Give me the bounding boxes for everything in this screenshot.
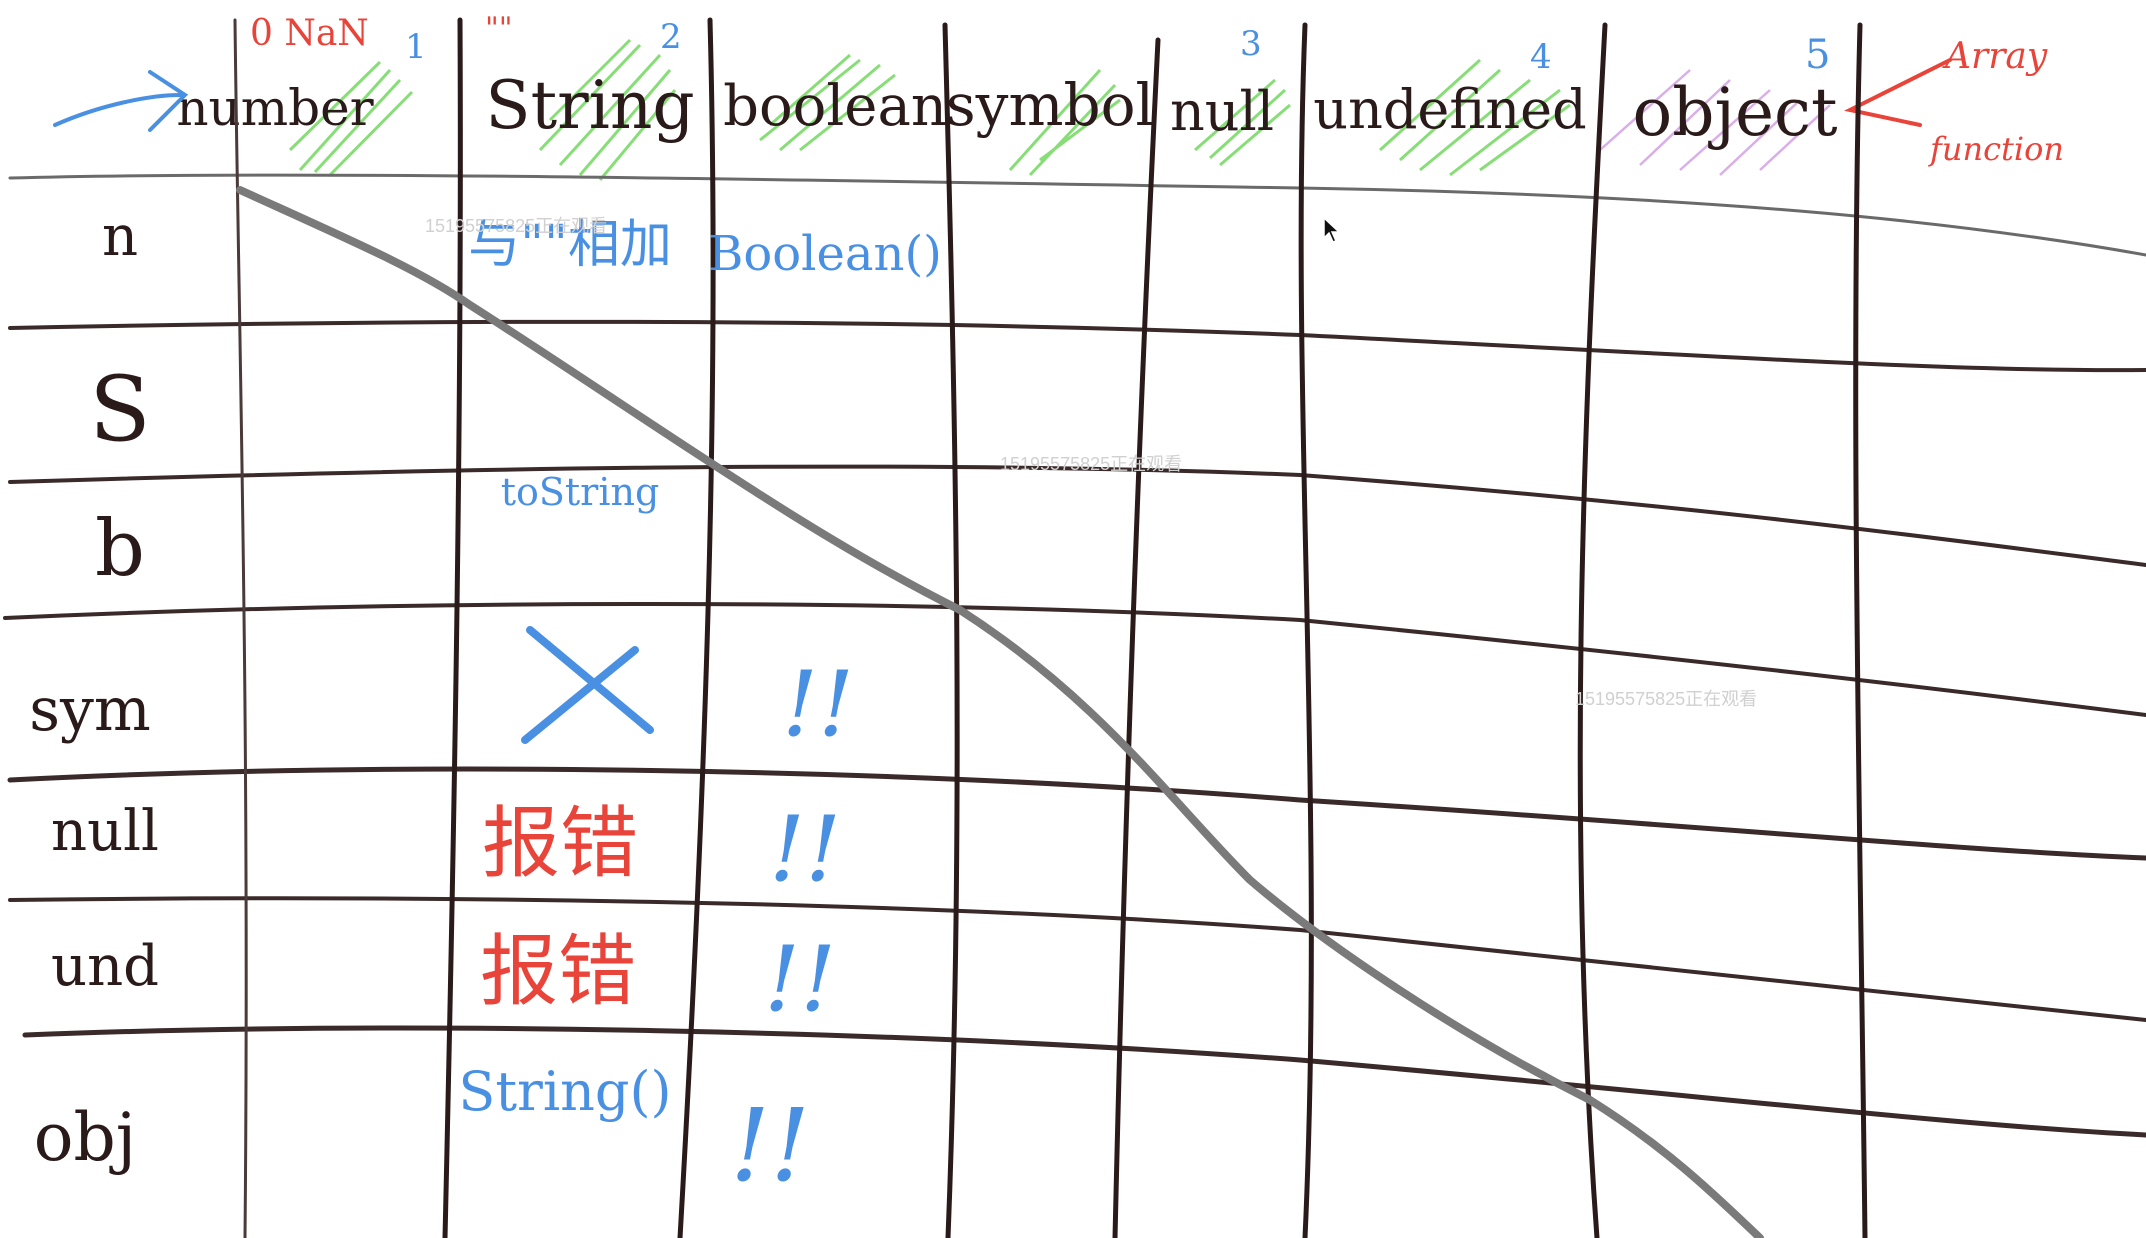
col-line-6 xyxy=(1577,22,1608,1238)
row-line-1 xyxy=(8,319,2146,373)
row-header-b: b xyxy=(95,504,145,594)
col-header-null: null xyxy=(1170,80,1274,143)
column-headers: number String boolean symbol null undefi… xyxy=(176,67,1837,151)
row-line-5 xyxy=(8,896,2146,1022)
col-header-object: object xyxy=(1633,74,1838,151)
col-line-1 xyxy=(442,17,463,1238)
row-header-sym: sym xyxy=(29,675,151,745)
number-default-hint: 0 NaN xyxy=(250,13,369,54)
col-header-symbol: symbol xyxy=(946,71,1154,139)
cell-sym-boolean: !! xyxy=(782,652,854,757)
row-header-s: S xyxy=(89,357,151,462)
col-line-0 xyxy=(233,18,248,1238)
col-header-boolean: boolean xyxy=(723,74,947,139)
subtype-function: function xyxy=(1928,130,2064,168)
whiteboard-canvas: number String boolean symbol null undefi… xyxy=(3,11,2146,1238)
index-null: 3 xyxy=(1240,24,1262,64)
cross-stroke-2 xyxy=(521,646,639,744)
col-line-7 xyxy=(1853,22,1868,1238)
col-header-string: String xyxy=(485,67,694,144)
row-line-2 xyxy=(8,464,2146,567)
row-header-n: n xyxy=(102,204,138,269)
cell-sym-string xyxy=(521,626,654,744)
row-lines xyxy=(3,173,2146,1138)
watermark-1: 15195575825正在观看 xyxy=(425,216,607,236)
index-string: 2 xyxy=(660,17,682,57)
mouse-cursor-icon xyxy=(1323,216,1341,243)
cell-null-string: 报错 xyxy=(482,799,638,889)
cell-n-boolean: Boolean() xyxy=(708,226,942,282)
string-default-hint: "" xyxy=(485,11,513,46)
row-header-null: null xyxy=(51,799,159,864)
col-line-4 xyxy=(1112,37,1161,1238)
watermarks: 15195575825正在观看 15195575825正在观看 15195575… xyxy=(425,216,1757,709)
col-line-3 xyxy=(942,22,960,1238)
col-header-undefined: undefined xyxy=(1313,78,1586,141)
cell-und-string: 报错 xyxy=(480,927,636,1017)
default-value-hints: 0 NaN "" xyxy=(250,11,513,54)
column-lines xyxy=(233,17,1868,1238)
index-undefined: 4 xyxy=(1530,37,1552,77)
bracket-icon xyxy=(1844,58,1952,127)
watermark-3: 15195575825正在观看 xyxy=(1575,689,1757,709)
row-line-4 xyxy=(7,766,2146,861)
cell-und-boolean: !! xyxy=(764,927,836,1032)
row-header-und: und xyxy=(51,934,159,999)
cell-obj-string: String() xyxy=(458,1060,671,1123)
row-header-obj: obj xyxy=(34,1099,136,1176)
cell-null-boolean: !! xyxy=(769,797,841,902)
row-line-6 xyxy=(22,1025,2146,1138)
cross-stroke-1 xyxy=(526,626,654,734)
arrow-icon xyxy=(53,70,189,132)
subtype-array: Array xyxy=(1942,36,2048,77)
cell-b-string: toString xyxy=(501,470,660,514)
cell-obj-boolean: !! xyxy=(730,1087,810,1204)
row-line-header xyxy=(8,173,2146,257)
col-line-2 xyxy=(677,17,716,1238)
index-object: 5 xyxy=(1805,32,1830,78)
object-subtypes: Array function xyxy=(1844,36,2064,168)
col-line-5 xyxy=(1298,22,1314,1238)
index-number: 1 xyxy=(405,27,427,67)
watermark-2: 15195575825正在观看 xyxy=(1000,454,1182,474)
cell-contents: 与""相加 Boolean() toString !! 报错 !! 报错 !! … xyxy=(458,215,942,1204)
col-header-number: number xyxy=(176,79,373,137)
